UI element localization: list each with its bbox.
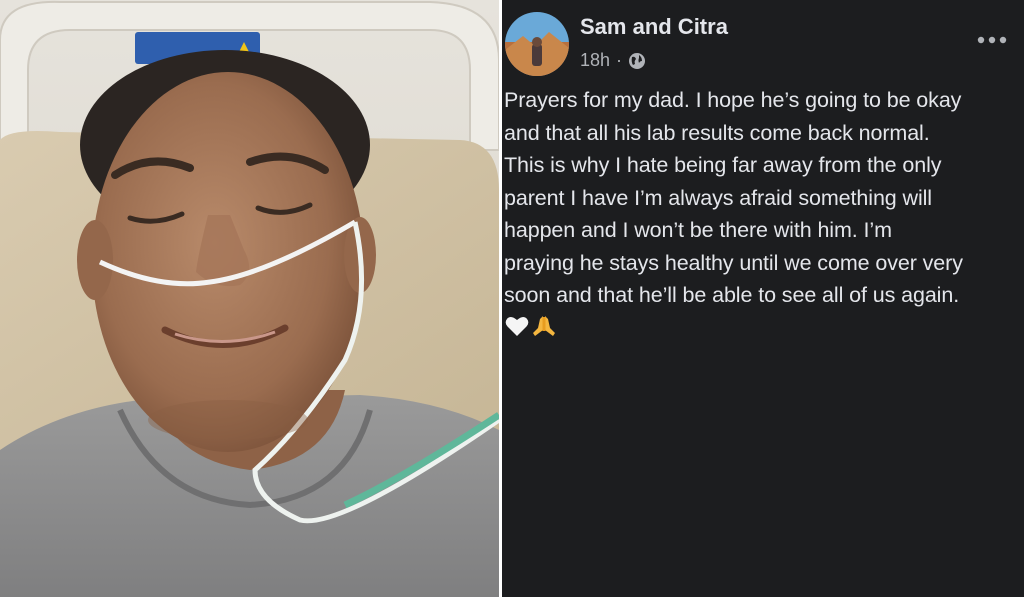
- post-text-line: parent I have I’m always afraid somethin…: [504, 185, 932, 210]
- more-options-icon[interactable]: [974, 28, 1010, 52]
- globe-icon[interactable]: [628, 52, 646, 70]
- post-text-line: and that all his lab results come back n…: [504, 120, 930, 145]
- post-timestamp[interactable]: 18h: [580, 50, 610, 71]
- post-text-line: praying he stays healthy until we come o…: [504, 250, 963, 275]
- meta-separator: ·: [616, 50, 623, 70]
- post-text-line: Prayers for my dad. I hope he’s going to…: [504, 88, 962, 112]
- post-photo[interactable]: [0, 0, 499, 597]
- emoji-row: [505, 314, 557, 338]
- author-name[interactable]: Sam and Citra: [580, 14, 728, 40]
- screenshot-frame: Sam and Citra 18h · Prayers for my dad. …: [0, 0, 1024, 597]
- post-text-line: happen and I won’t be there with him. I’…: [504, 218, 892, 242]
- post-meta: 18h ·: [580, 50, 646, 71]
- white-heart-icon: [505, 316, 529, 336]
- facebook-post: Sam and Citra 18h · Prayers for my dad. …: [502, 0, 1024, 597]
- avatar-image: [505, 12, 569, 76]
- post-text: Prayers for my dad. I hope he’s going to…: [504, 84, 1014, 312]
- post-text-line: soon and that he’ll be able to see all o…: [504, 283, 960, 307]
- folded-hands-icon: [533, 316, 555, 336]
- hospital-selfie-photo: [0, 0, 499, 597]
- author-avatar[interactable]: [505, 12, 569, 76]
- post-text-line: This is why I hate being far away from t…: [504, 153, 942, 177]
